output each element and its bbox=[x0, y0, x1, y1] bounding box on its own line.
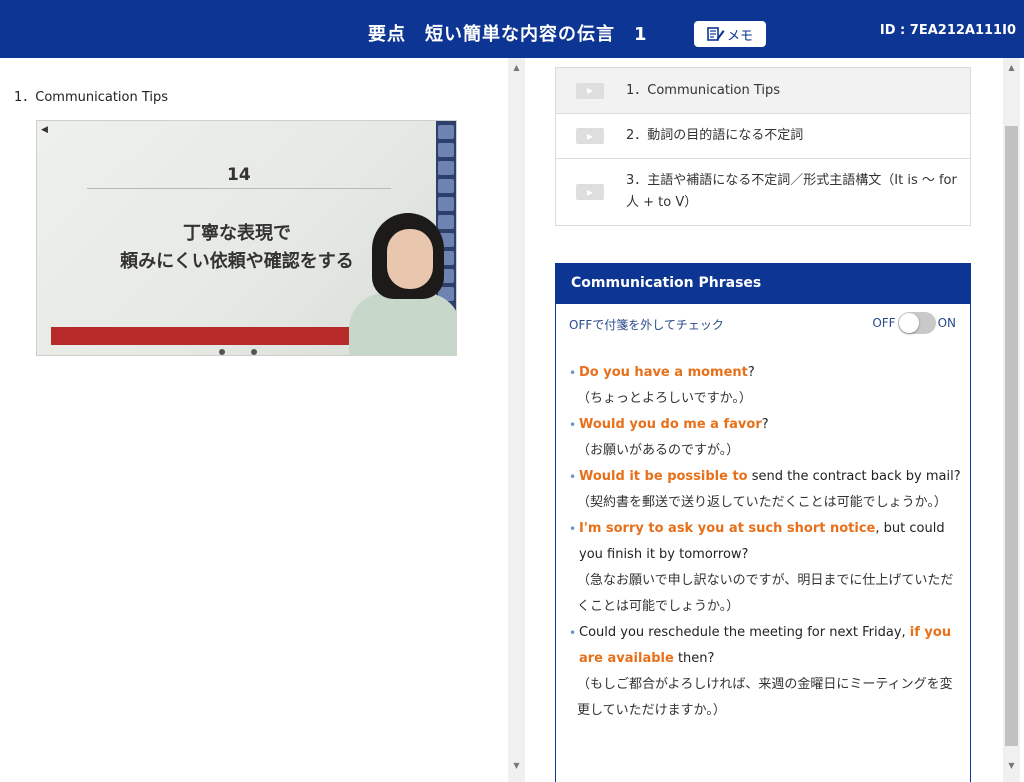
toggle-switch[interactable] bbox=[897, 312, 936, 334]
bullet-icon: • bbox=[569, 522, 577, 536]
key-phrase[interactable]: Do you have a moment bbox=[579, 365, 748, 380]
slide-number: 14 bbox=[227, 165, 251, 185]
phrase-text: then? bbox=[673, 651, 715, 666]
app-header: 要点 短い簡単な内容の伝言 1 メモ ID : 7EA212A111I0 bbox=[0, 0, 1024, 58]
prev-control-icon[interactable] bbox=[219, 349, 225, 355]
phrase-english: • Would it be possible to send the contra… bbox=[569, 464, 961, 490]
lesson-label: 2．動詞の目的語になる不定詞 bbox=[626, 128, 804, 143]
phrase-japanese: （もしご都合がよろしければ、来週の金曜日にミーティングを変更していただけますか。… bbox=[577, 677, 953, 718]
content-id: ID : 7EA212A111I0 bbox=[879, 23, 1016, 38]
lesson-item-2[interactable]: ▶ 2．動詞の目的語になる不定詞 bbox=[556, 114, 970, 159]
phrase-text: ? bbox=[747, 365, 755, 380]
toggle-knob[interactable] bbox=[898, 313, 919, 333]
phrase-japanese: （急なお願いで申し訳ないのですが、明日までに仕上げていただくことは可能でしょうか… bbox=[577, 573, 954, 614]
left-pane: 1．Communication Tips ◀ 14 丁寧な表現で 頼みにくい依頼… bbox=[0, 58, 508, 782]
page-title: 要点 短い簡単な内容の伝言 1 bbox=[368, 24, 648, 45]
presenter-image bbox=[349, 293, 456, 355]
play-icon[interactable]: ▶ bbox=[576, 82, 604, 99]
pencil-note-icon bbox=[707, 27, 725, 41]
scroll-thumb[interactable] bbox=[1005, 126, 1018, 746]
phrase-english: • Would you do me a favor? bbox=[569, 412, 961, 438]
memo-label: メモ bbox=[726, 28, 753, 44]
sticky-note-toggle[interactable]: OFF ON bbox=[872, 312, 956, 334]
key-phrase[interactable]: Would you do me a favor bbox=[579, 417, 762, 432]
communication-phrases-panel: Communication Phrases OFFで付箋を外してチェック OFF… bbox=[555, 263, 971, 782]
phrase-text: Could you reschedule the meeting for nex… bbox=[579, 625, 910, 640]
phrase-text: send the contract back by mail? bbox=[747, 469, 961, 484]
bullet-icon: • bbox=[569, 470, 577, 484]
sticky-note-hint: OFFで付箋を外してチェック bbox=[569, 318, 724, 332]
lesson-video-player[interactable]: ◀ 14 丁寧な表現で 頼みにくい依頼や確認をする bbox=[36, 120, 457, 356]
play-icon[interactable]: ▶ bbox=[576, 128, 604, 144]
phrase-english: • I'm sorry to ask you at such short noti… bbox=[569, 516, 961, 568]
right-pane: ▶ 1．Communication Tips ▶ 2．動詞の目的語になる不定詞 … bbox=[525, 58, 1003, 782]
play-icon[interactable]: ▶ bbox=[576, 184, 604, 200]
next-control-icon[interactable] bbox=[251, 349, 257, 355]
scroll-up-icon[interactable]: ▲ bbox=[508, 63, 525, 72]
volume-icon[interactable]: ◀ bbox=[41, 125, 48, 135]
left-scrollbar[interactable]: ▲ ▼ bbox=[508, 58, 525, 782]
scroll-down-icon[interactable]: ▼ bbox=[1003, 761, 1020, 770]
phrase-japanese: （ちょっとよろしいですか。） bbox=[577, 391, 752, 406]
lesson-item-1[interactable]: ▶ 1．Communication Tips bbox=[556, 68, 970, 114]
phrase-english: • Could you reschedule the meeting for ne… bbox=[569, 620, 961, 672]
memo-button[interactable]: メモ bbox=[694, 21, 766, 47]
phrase-english: • Do you have a moment? bbox=[569, 360, 961, 386]
slide-banner bbox=[51, 327, 351, 345]
lesson-label: 3．主語や補語になる不定詞／形式主語構文（It is ～ for 人 + to … bbox=[626, 173, 957, 210]
lesson-item-3[interactable]: ▶ 3．主語や補語になる不定詞／形式主語構文（It is ～ for 人 + t… bbox=[556, 159, 970, 225]
bullet-icon: • bbox=[569, 366, 577, 380]
key-phrase[interactable]: I'm sorry to ask you at such short notic… bbox=[579, 521, 875, 536]
scroll-down-icon[interactable]: ▼ bbox=[508, 761, 525, 770]
phrase-text: ? bbox=[761, 417, 769, 432]
lesson-list: ▶ 1．Communication Tips ▶ 2．動詞の目的語になる不定詞 … bbox=[555, 67, 971, 226]
right-scrollbar[interactable]: ▲ ▼ bbox=[1003, 58, 1020, 782]
slide-divider bbox=[87, 188, 391, 189]
lesson-label: 1．Communication Tips bbox=[626, 82, 781, 98]
key-phrase[interactable]: Would it be possible to bbox=[579, 469, 748, 484]
section-title: 1．Communication Tips bbox=[14, 90, 169, 105]
bullet-icon: • bbox=[569, 418, 577, 432]
toggle-off-label: OFF bbox=[872, 316, 896, 330]
phrases-title: Communication Phrases bbox=[556, 264, 970, 304]
bullet-icon: • bbox=[569, 626, 577, 640]
toggle-on-label: ON bbox=[937, 316, 956, 330]
phrase-japanese: （お願いがあるのですが。） bbox=[577, 443, 740, 458]
phrase-list: • Do you have a moment? （ちょっとよろしいですか。） • Wou… bbox=[569, 360, 961, 724]
scroll-up-icon[interactable]: ▲ bbox=[1003, 63, 1020, 72]
phrase-japanese: （契約書を郵送で送り返していただくことは可能でしょうか。） bbox=[577, 495, 947, 510]
